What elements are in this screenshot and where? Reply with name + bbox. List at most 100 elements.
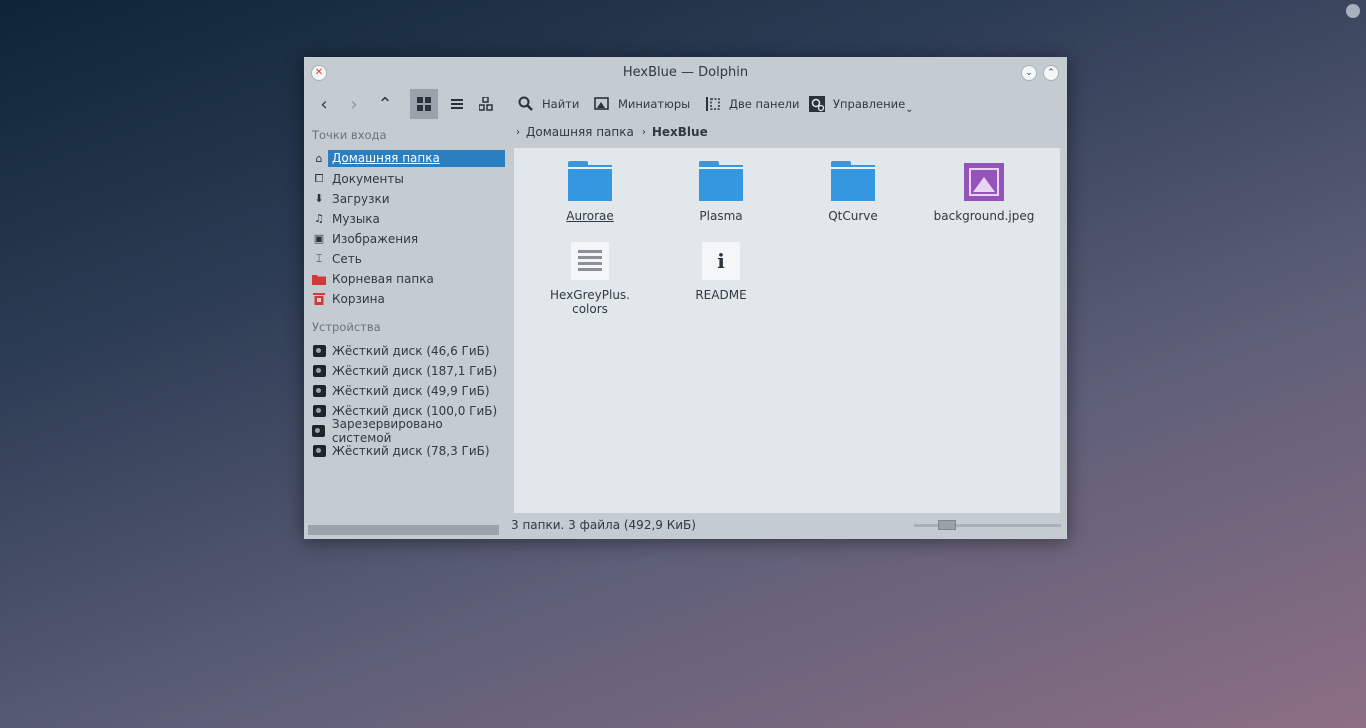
control-label: Управление (833, 97, 906, 111)
file-item-readme[interactable]: i README (661, 242, 781, 302)
sidebar-item-label: Корневая папка (332, 271, 434, 286)
sidebar-item-network[interactable]: ⌶ Сеть (312, 249, 505, 268)
preview-button[interactable]: Миниатюры (594, 89, 690, 119)
chevron-down-icon: ⌄ (1025, 68, 1033, 78)
places-panel: Точки входа ⌂ Домашняя папка ⧠ Документы… (304, 119, 510, 539)
zoom-slider-handle[interactable] (938, 520, 956, 530)
sidebar-item-label: Корзина (332, 291, 385, 306)
back-button[interactable]: ‹ (310, 89, 338, 119)
sidebar-item-label: Загрузки (332, 191, 390, 206)
sidebar-item-label: Изображения (332, 231, 419, 246)
breadcrumb-item-current[interactable]: HexBlue (652, 125, 708, 139)
control-menu-button[interactable]: Управление ⌄ (809, 89, 914, 119)
sidebar-item-label: Сеть (332, 251, 362, 266)
hard-disk-icon (312, 344, 326, 357)
hard-disk-icon (312, 424, 326, 437)
file-name: Aurorae (566, 209, 614, 223)
gear-icon (809, 96, 825, 112)
sidebar-scrollbar[interactable] (308, 525, 499, 535)
sidebar-item-device[interactable]: Зарезервировано системой (312, 417, 505, 445)
file-item-image[interactable]: background.jpeg (924, 163, 1044, 223)
file-name: README (695, 288, 747, 302)
sidebar-item-label: Жёсткий диск (100,0 ГиБ) (332, 403, 498, 418)
sidebar-item-downloads[interactable]: ⬇ Загрузки (312, 189, 505, 208)
hard-disk-icon (312, 444, 326, 457)
hard-disk-icon (312, 384, 326, 397)
details-view-icon (449, 97, 463, 111)
sidebar-item-label: Домашняя папка (328, 150, 505, 167)
file-item-text[interactable]: HexGreyPlus. colors (530, 242, 650, 316)
sidebar-item-trash[interactable]: Корзина (312, 289, 505, 308)
back-icon: ‹ (320, 93, 328, 115)
downloads-icon: ⬇ (314, 192, 324, 205)
sidebar-item-label: Жёсткий диск (78,3 ГиБ) (332, 443, 490, 458)
sidebar-item-device[interactable]: Жёсткий диск (187,1 ГиБ) (312, 361, 505, 380)
hard-disk-icon (312, 404, 326, 417)
breadcrumb-item-home[interactable]: Домашняя папка (526, 125, 634, 139)
file-name-line-2: colors (572, 302, 608, 316)
sidebar-item-label: Документы (332, 171, 404, 186)
desktop-corner-icon[interactable] (1346, 4, 1360, 18)
trash-icon (312, 292, 326, 306)
sidebar-item-home[interactable]: ⌂ Домашняя папка (312, 149, 505, 168)
details-view-button[interactable] (441, 89, 469, 119)
root-folder-icon (312, 272, 326, 286)
hard-disk-icon (312, 364, 326, 377)
sidebar-item-label: Жёсткий диск (46,6 ГиБ) (332, 343, 490, 358)
breadcrumb: › Домашняя папка › HexBlue (514, 123, 708, 141)
image-icon (594, 97, 609, 110)
breadcrumb-separator-icon: › (641, 126, 646, 138)
text-file-icon (571, 242, 609, 280)
network-icon: ⌶ (315, 251, 323, 265)
chevron-up-icon: ⌃ (1047, 68, 1055, 78)
toolbar: ‹ › ⌃ Найти Миниатюры Две панели Управле… (304, 89, 1067, 119)
file-item-folder[interactable]: Aurorae (530, 161, 650, 223)
zoom-slider-track[interactable] (914, 524, 1061, 527)
title-bar[interactable]: ✕ HexBlue — Dolphin ⌄ ⌃ (304, 57, 1067, 89)
minimize-button[interactable]: ⌄ (1021, 65, 1037, 81)
find-button[interactable]: Найти (518, 89, 579, 119)
sidebar-item-documents[interactable]: ⧠ Документы (312, 169, 505, 188)
file-name: QtCurve (828, 209, 878, 223)
status-text: 3 папки. 3 файла (492,9 КиБ) (511, 518, 696, 532)
compact-view-icon (479, 97, 493, 111)
file-name-line-1: HexGreyPlus. (550, 288, 630, 302)
documents-icon: ⧠ (314, 171, 324, 185)
file-item-folder[interactable]: QtCurve (793, 161, 913, 223)
sidebar-item-device[interactable]: Жёсткий диск (78,3 ГиБ) (312, 441, 505, 460)
sidebar-item-label: Жёсткий диск (187,1 ГиБ) (332, 363, 498, 378)
sidebar-item-device[interactable]: Жёсткий диск (49,9 ГиБ) (312, 381, 505, 400)
split-icon (706, 97, 720, 111)
devices-header: Устройства (312, 320, 381, 334)
sidebar-item-device[interactable]: Жёсткий диск (46,6 ГиБ) (312, 341, 505, 360)
file-item-folder[interactable]: Plasma (661, 161, 781, 223)
forward-button[interactable]: › (340, 89, 368, 119)
split-label: Две панели (729, 97, 800, 111)
sidebar-item-label: Жёсткий диск (49,9 ГиБ) (332, 383, 490, 398)
compact-view-button[interactable] (472, 89, 500, 119)
icons-view-icon (417, 97, 431, 111)
dropdown-arrow-icon: ⌄ (905, 103, 914, 115)
info-icon: i (702, 242, 740, 280)
maximize-button[interactable]: ⌃ (1043, 65, 1059, 81)
sidebar-item-label: Музыка (332, 211, 380, 226)
up-icon: ⌃ (377, 93, 393, 115)
file-name: background.jpeg (933, 209, 1035, 223)
forward-icon: › (350, 93, 358, 115)
folder-icon (831, 161, 875, 201)
home-icon: ⌂ (315, 152, 323, 165)
file-view[interactable]: Aurorae Plasma QtCurve background.jpeg H… (514, 148, 1060, 513)
file-name: Plasma (699, 209, 743, 223)
split-button[interactable]: Две панели (705, 89, 799, 119)
up-button[interactable]: ⌃ (371, 89, 399, 119)
breadcrumb-separator-icon: › (516, 126, 520, 138)
places-header: Точки входа (312, 128, 387, 142)
folder-icon (699, 161, 743, 201)
window-title: HexBlue — Dolphin (622, 65, 749, 80)
icons-view-button[interactable] (410, 89, 438, 119)
sidebar-item-pictures[interactable]: ▣ Изображения (312, 229, 505, 248)
dolphin-window: ✕ HexBlue — Dolphin ⌄ ⌃ ‹ › ⌃ Найти Мини… (304, 57, 1067, 539)
sidebar-item-root[interactable]: Корневая папка (312, 269, 505, 288)
sidebar-item-music[interactable]: ♫ Музыка (312, 209, 505, 228)
search-icon (518, 96, 533, 111)
